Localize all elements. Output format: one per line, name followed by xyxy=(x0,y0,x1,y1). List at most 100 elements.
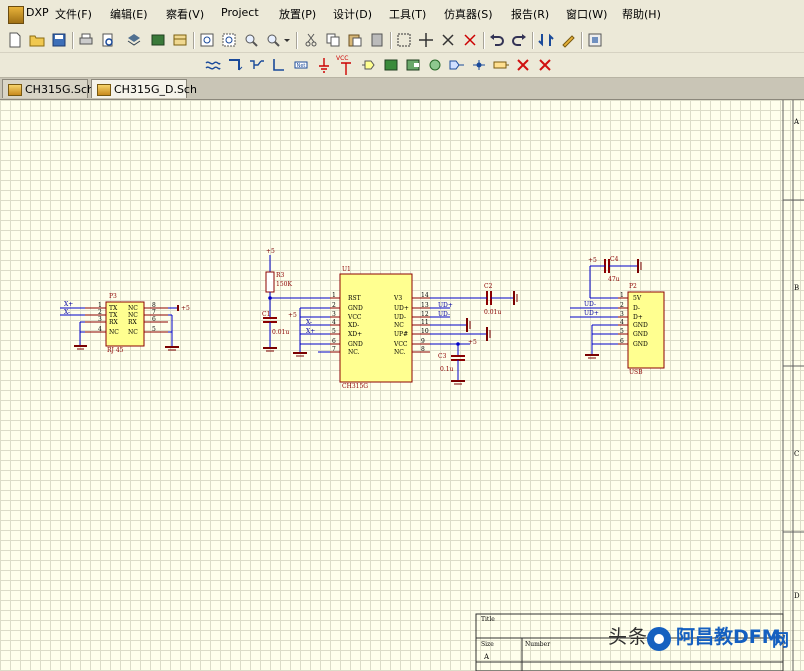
net-label: UD- xyxy=(584,301,597,308)
ground-icon[interactable] xyxy=(316,57,332,73)
pin-name: TX xyxy=(109,312,118,319)
pin-name: VCC xyxy=(348,314,362,321)
wire-icon[interactable] xyxy=(205,57,221,73)
paste-icon[interactable] xyxy=(347,32,363,48)
menu-help[interactable]: 帮助(H) xyxy=(622,6,661,22)
tab-ch315g-sch[interactable]: CH315G.Sch xyxy=(2,79,94,98)
pin-number: 11 xyxy=(421,319,429,326)
cross-probe-icon[interactable] xyxy=(560,32,576,48)
pin-name: UD- xyxy=(394,314,407,321)
menu-design[interactable]: 设计(D) xyxy=(333,6,372,22)
menu-dxp[interactable]: DXP xyxy=(26,6,49,19)
menu-window[interactable]: 窗口(W) xyxy=(566,6,607,22)
menu-project[interactable]: Project xyxy=(221,6,259,19)
schematic-doc-icon xyxy=(97,84,111,96)
move-icon[interactable] xyxy=(418,32,434,48)
pin-number: 3 xyxy=(620,311,624,318)
menu-reports[interactable]: 报告(R) xyxy=(511,6,549,22)
menu-tools[interactable]: 工具(T) xyxy=(389,6,426,22)
pin-number: 3 xyxy=(332,311,336,318)
pin-number: 12 xyxy=(421,311,429,318)
c3-designator: C3 xyxy=(438,353,447,360)
net-label: X- xyxy=(306,319,313,326)
chevron-down-icon[interactable] xyxy=(283,32,291,48)
dxp-logo-icon[interactable] xyxy=(8,6,24,24)
net-label-icon[interactable] xyxy=(271,57,287,73)
c4-designator: C4 xyxy=(610,256,619,263)
browse-icon[interactable] xyxy=(126,32,142,48)
part-icon[interactable] xyxy=(361,57,377,73)
no-connect-icon[interactable] xyxy=(537,57,553,73)
zoom-in-icon[interactable] xyxy=(243,32,259,48)
sheet-icon[interactable] xyxy=(172,32,188,48)
save-icon[interactable] xyxy=(51,32,67,48)
c1-designator: C1 xyxy=(262,311,271,318)
bus-entry-icon[interactable] xyxy=(249,57,265,73)
tab-label: CH315G_D.Sch xyxy=(114,83,197,96)
redo-icon[interactable] xyxy=(511,32,527,48)
p3-name: RJ 45 xyxy=(107,347,124,354)
menu-view[interactable]: 察看(V) xyxy=(166,6,204,22)
schematic-canvas[interactable]: P3 RJ 45 X+ X- +5 1 2 3 4 8 7 6 5 TX TX … xyxy=(0,100,804,671)
watermark-suffix: 网 xyxy=(772,631,789,651)
pin-number: 9 xyxy=(421,338,425,345)
tab-ch315g-d-sch[interactable]: CH315G_D.Sch xyxy=(91,79,197,98)
print-icon[interactable] xyxy=(78,32,94,48)
pin-name: UP# xyxy=(394,331,409,338)
net-label: UD- xyxy=(438,311,451,318)
pin-name: NC. xyxy=(394,349,406,356)
open-folder-icon[interactable] xyxy=(29,32,45,48)
toolbar-separator xyxy=(72,32,74,49)
cut-icon[interactable] xyxy=(303,32,319,48)
watermark-logo-icon xyxy=(647,627,671,651)
zone-label-b: B xyxy=(794,284,800,292)
pin-number: 8 xyxy=(152,302,156,309)
hierarchy-icon[interactable] xyxy=(538,32,554,48)
pin-name: GND xyxy=(348,305,363,312)
port-icon[interactable] xyxy=(427,57,443,73)
c2-designator: C2 xyxy=(484,283,493,290)
component-icon[interactable] xyxy=(150,32,166,48)
zone-label-c: C xyxy=(794,450,800,458)
rubber-stamp-icon[interactable] xyxy=(369,32,385,48)
sheet-entry-icon[interactable] xyxy=(405,57,421,73)
pin-number: 6 xyxy=(152,316,156,323)
select-area-icon[interactable] xyxy=(396,32,412,48)
pin-number: 1 xyxy=(98,302,102,309)
pin-number: 6 xyxy=(332,338,336,345)
library-icon[interactable] xyxy=(587,32,603,48)
pin-number: 4 xyxy=(98,326,102,333)
zoom-fit-icon[interactable] xyxy=(199,32,215,48)
pin-name: NC xyxy=(394,322,404,329)
undo-icon[interactable] xyxy=(489,32,505,48)
menu-edit[interactable]: 编辑(E) xyxy=(110,6,148,22)
menu-simulator[interactable]: 仿真器(S) xyxy=(444,6,493,22)
print-preview-icon[interactable] xyxy=(100,32,116,48)
r3-designator: R3 xyxy=(276,272,285,279)
deselect-icon[interactable] xyxy=(440,32,456,48)
toolbar-separator xyxy=(581,32,583,49)
zoom-out-icon[interactable] xyxy=(265,32,281,48)
p2-name: USB xyxy=(629,369,643,376)
pin-name: XD+ xyxy=(348,331,363,338)
net-icon[interactable]: Net xyxy=(293,57,309,73)
vcc-power-icon[interactable] xyxy=(338,61,354,77)
power-label: +5 xyxy=(266,248,275,255)
new-file-icon[interactable] xyxy=(7,32,23,48)
pin-number: 14 xyxy=(421,292,429,299)
bus-icon[interactable] xyxy=(227,57,243,73)
device-sheet-icon[interactable] xyxy=(449,57,465,73)
junction-icon[interactable] xyxy=(471,57,487,73)
toolbar-separator xyxy=(532,32,534,49)
menu-place[interactable]: 放置(P) xyxy=(279,6,316,22)
toolbar-separator xyxy=(296,32,298,49)
size-value: A xyxy=(484,653,490,661)
harness-icon[interactable] xyxy=(493,57,509,73)
u1-part: CH315G xyxy=(342,383,369,390)
menu-file[interactable]: 文件(F) xyxy=(55,6,92,22)
copy-icon[interactable] xyxy=(325,32,341,48)
clear-filter-icon[interactable] xyxy=(462,32,478,48)
no-erc-icon[interactable] xyxy=(515,57,531,73)
zoom-area-icon[interactable] xyxy=(221,32,237,48)
sheet-symbol-icon[interactable] xyxy=(383,57,399,73)
